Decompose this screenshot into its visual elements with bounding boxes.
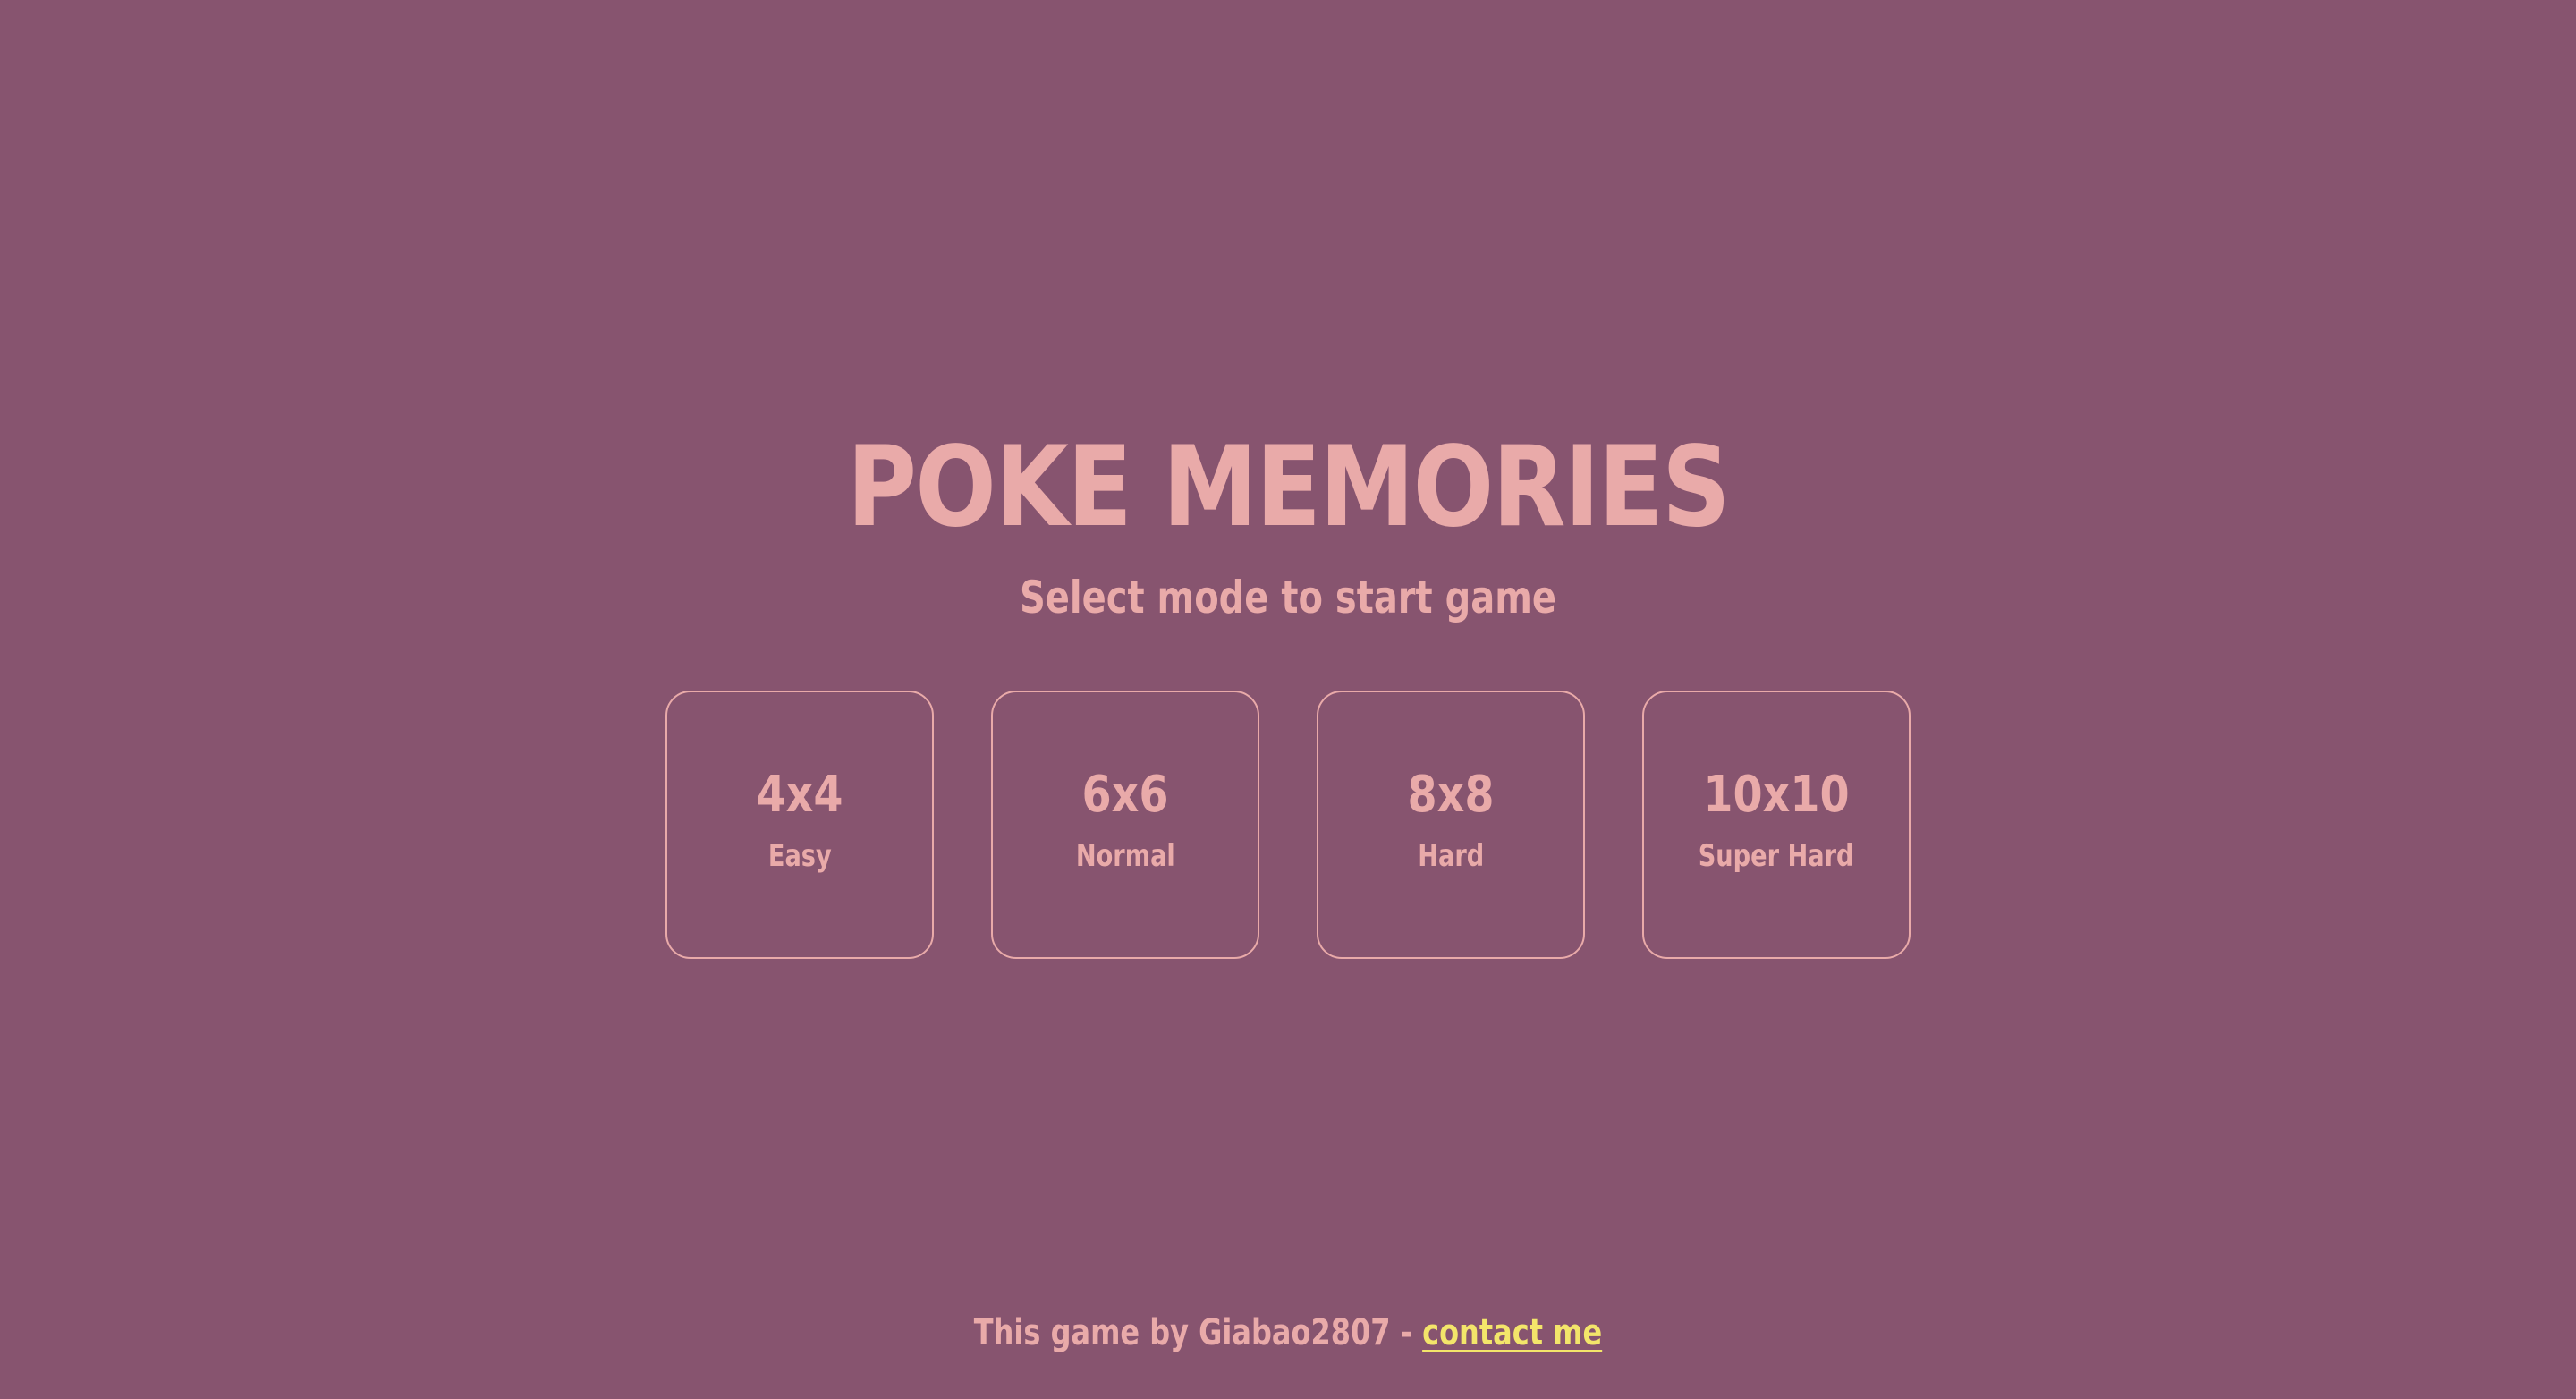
page-title: POKE MEMORIES [846, 423, 1731, 552]
mode-button-normal[interactable]: 6x6 Normal [991, 691, 1259, 959]
mode-selector: 4x4 Easy 6x6 Normal 8x8 Hard 10x10 Super… [665, 691, 1911, 959]
mode-size: 10x10 [1703, 766, 1850, 824]
mode-size: 4x4 [756, 766, 843, 824]
mode-label: Easy [767, 838, 832, 874]
page-subtitle: Select mode to start game [1019, 572, 1557, 623]
mode-label: Hard [1417, 838, 1484, 874]
footer: This game by Giabao2807 - contact me [258, 1301, 2318, 1364]
mode-label: Normal [1075, 838, 1175, 874]
mode-button-super-hard[interactable]: 10x10 Super Hard [1642, 691, 1911, 959]
mode-size: 8x8 [1407, 766, 1495, 824]
mode-button-easy[interactable]: 4x4 Easy [665, 691, 934, 959]
mode-label: Super Hard [1699, 838, 1854, 874]
mode-button-hard[interactable]: 8x8 Hard [1317, 691, 1585, 959]
footer-credit: This game by Giabao2807 - [973, 1312, 1423, 1353]
contact-link[interactable]: contact me [1422, 1312, 1602, 1353]
mode-size: 6x6 [1081, 766, 1169, 824]
